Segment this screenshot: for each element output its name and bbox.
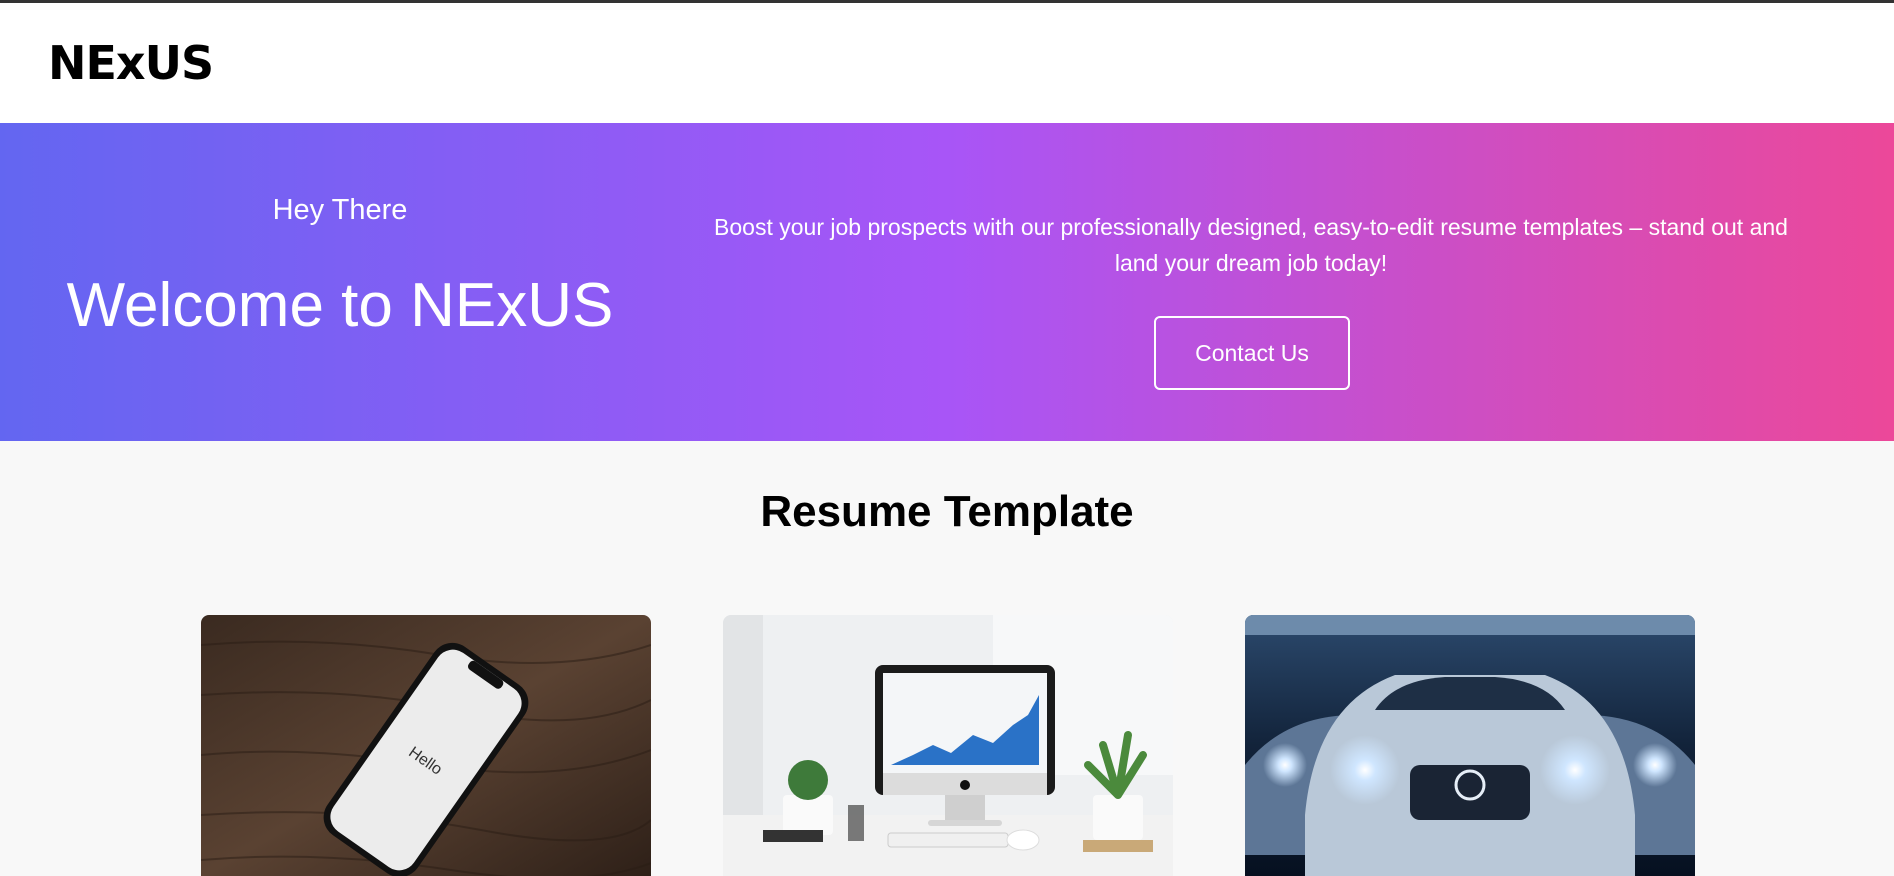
hero-right: Boost your job prospects with our profes…	[700, 123, 1802, 441]
desk-with-monitor-image	[723, 615, 1173, 876]
section-title: Resume Template	[760, 487, 1134, 536]
template-card-car[interactable]	[1245, 615, 1695, 876]
hero-banner: Hey There Welcome to NExUS Boost your jo…	[0, 123, 1894, 441]
template-card-phone[interactable]: Hello	[201, 615, 651, 876]
template-cards: Hello	[0, 615, 1894, 876]
hero-left: Hey There Welcome to NExUS	[0, 123, 680, 441]
silver-car-headlights-image	[1245, 615, 1695, 876]
site-logo[interactable]: NExUS	[48, 36, 214, 90]
hero-description: Boost your job prospects with our profes…	[714, 214, 1788, 276]
contact-us-button[interactable]: Contact Us	[1154, 316, 1350, 390]
hero-greeting: Hey There	[272, 194, 408, 226]
phone-on-wood-image: Hello	[201, 615, 651, 876]
hero-welcome-heading: Welcome to NExUS	[66, 271, 614, 340]
site-header: NExUS	[0, 3, 1894, 123]
template-card-desk[interactable]	[723, 615, 1173, 876]
